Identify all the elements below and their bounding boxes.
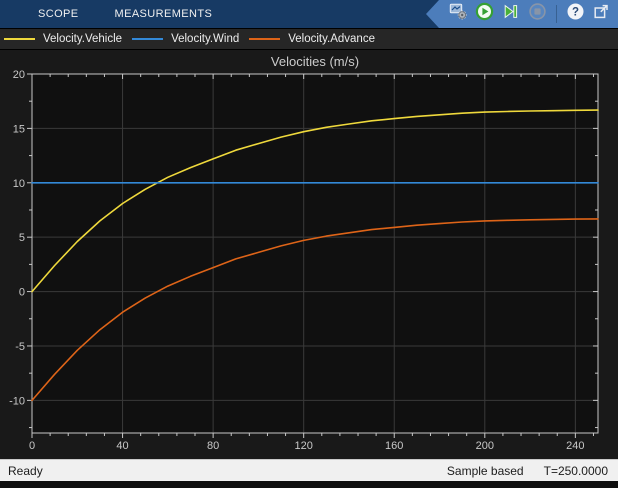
toolstrip: SCOPE MEASUREMENTS ? — [0, 0, 618, 28]
legend: Velocity.Vehicle Velocity.Wind Velocity.… — [0, 28, 618, 49]
step-forward-icon — [501, 2, 520, 26]
stop-button[interactable] — [527, 2, 548, 26]
svg-text:160: 160 — [385, 440, 403, 452]
scope-window: SCOPE MEASUREMENTS ? Velocity.Vehicle Ve… — [0, 0, 618, 488]
svg-text:40: 40 — [116, 440, 128, 452]
legend-line-sample — [132, 38, 164, 40]
svg-text:?: ? — [572, 6, 579, 18]
legend-item-vehicle[interactable]: Velocity.Vehicle — [4, 33, 122, 45]
legend-label: Velocity.Advance — [288, 33, 375, 45]
plot-region: Velocities (m/s) 0 40 80 120 160 200 240 -10 -5 0… — [0, 49, 618, 459]
svg-text:240: 240 — [566, 440, 584, 452]
step-forward-button[interactable] — [500, 2, 521, 26]
legend-item-wind[interactable]: Velocity.Wind — [132, 33, 239, 45]
run-button[interactable] — [474, 2, 495, 26]
legend-item-advance[interactable]: Velocity.Advance — [249, 33, 375, 45]
legend-label: Velocity.Vehicle — [43, 33, 123, 45]
svg-text:20: 20 — [13, 69, 25, 81]
popout-icon — [592, 2, 611, 26]
svg-text:-10: -10 — [9, 395, 25, 407]
legend-line-sample — [249, 38, 281, 40]
tab-measurements[interactable]: MEASUREMENTS — [115, 8, 213, 20]
stop-icon — [528, 2, 547, 26]
tab-scope[interactable]: SCOPE — [38, 8, 79, 20]
plot-canvas[interactable]: 0 40 80 120 160 200 240 -10 -5 0 5 10 15 20 — [0, 50, 618, 460]
status-bar: Ready Sample based T=250.0000 — [0, 459, 618, 481]
toolbar-separator — [555, 5, 557, 23]
status-sample-mode: Sample based — [446, 463, 524, 478]
quick-access-toolbar: ? — [426, 0, 618, 28]
legend-label: Velocity.Wind — [171, 33, 240, 45]
scope-parameters-button[interactable] — [448, 2, 469, 26]
play-icon — [475, 2, 494, 26]
window-bottom-edge — [0, 481, 618, 488]
popout-button[interactable] — [591, 2, 612, 26]
svg-text:120: 120 — [295, 440, 313, 452]
status-sim-time: T=250.0000 — [543, 463, 608, 478]
svg-text:10: 10 — [13, 178, 25, 190]
svg-text:200: 200 — [476, 440, 494, 452]
svg-text:15: 15 — [13, 123, 25, 135]
help-icon: ? — [566, 2, 585, 26]
svg-text:-5: -5 — [15, 341, 25, 353]
svg-text:0: 0 — [29, 440, 35, 452]
svg-text:0: 0 — [19, 287, 25, 299]
legend-line-sample — [4, 38, 35, 40]
svg-text:80: 80 — [207, 440, 219, 452]
help-button[interactable]: ? — [565, 2, 586, 26]
svg-text:5: 5 — [19, 232, 25, 244]
scope-settings-icon — [449, 2, 468, 26]
status-message: Ready — [8, 463, 43, 478]
